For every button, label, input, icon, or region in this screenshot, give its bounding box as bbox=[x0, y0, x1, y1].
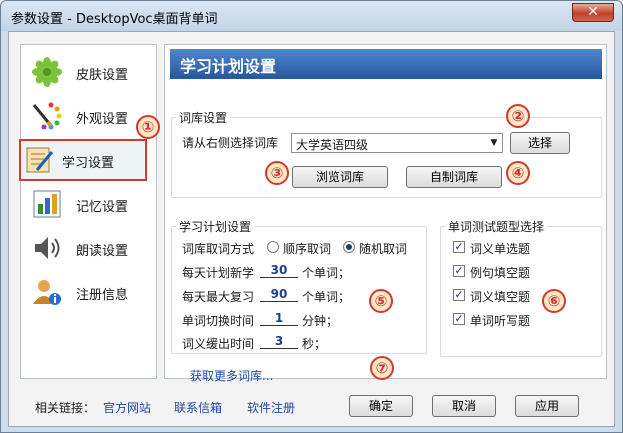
nav-item-memory[interactable]: 记忆设置 bbox=[21, 183, 156, 225]
annotation-badge-7: ⑦ bbox=[370, 356, 394, 380]
daily-review-label: 每天最大复习 bbox=[182, 290, 255, 304]
palette-brush-icon bbox=[32, 102, 62, 130]
quiz-checkbox-dictation[interactable]: ✓ bbox=[453, 313, 465, 325]
delay-time-unit: 秒； bbox=[302, 337, 327, 351]
daily-new-unit: 个单词； bbox=[302, 266, 351, 280]
ok-button[interactable]: 确定 bbox=[349, 395, 413, 417]
annotation-badge-5: ⑤ bbox=[369, 289, 393, 313]
daily-review-input[interactable]: 90 bbox=[260, 287, 298, 302]
footer-bar: 相关链接： 官方网站 联系信箱 软件注册 确定 取消 应用 bbox=[9, 389, 614, 426]
quiz-label-sentence-fill[interactable]: 例句填空题 bbox=[470, 264, 530, 281]
fetch-mode-label: 词库取词方式 bbox=[182, 242, 255, 256]
nav-item-speech[interactable]: 朗读设置 bbox=[21, 227, 156, 269]
delay-time-input[interactable]: 3 bbox=[260, 334, 298, 349]
quiz-checkbox-meaning-fill[interactable]: ✓ bbox=[453, 289, 465, 301]
lexicon-group: 词库设置 请从右侧选择词库 大学英语四级 ▼ 选择 浏览词库 自制词库 bbox=[171, 109, 602, 198]
browse-lexicon-button[interactable]: 浏览词库 bbox=[292, 166, 388, 188]
study-settings-panel: 学习计划设置 词库设置 请从右侧选择词库 大学英语四级 ▼ 选择 浏览词库 自制… bbox=[164, 44, 607, 383]
chevron-down-icon[interactable]: ▼ bbox=[486, 134, 502, 152]
window-title: 参数设置 - DesktopVoc桌面背单词 bbox=[11, 12, 218, 27]
annotation-badge-3: ③ bbox=[265, 161, 289, 185]
select-lexicon-button[interactable]: 选择 bbox=[510, 132, 570, 154]
study-plan-group: 学习计划设置 词库取词方式 顺序取词 随机取词 每天计划新学 30 个单词； 每… bbox=[171, 218, 427, 354]
radio-sequential-label[interactable]: 顺序取词 bbox=[283, 240, 331, 257]
annotation-badge-1: ① bbox=[136, 115, 160, 139]
quiz-label-meaning-fill[interactable]: 词义填空题 bbox=[470, 288, 530, 305]
lexicon-prompt: 请从右侧选择词库 bbox=[182, 136, 279, 150]
client-area: 皮肤设置 外观设置 学习设置 记忆设置 朗读设置 注册信息 学习计划设置 词库设… bbox=[8, 31, 615, 427]
custom-lexicon-button[interactable]: 自制词库 bbox=[406, 166, 502, 188]
annotation-badge-4: ④ bbox=[506, 161, 530, 185]
daily-new-label: 每天计划新学 bbox=[182, 266, 255, 280]
switch-time-unit: 分钟； bbox=[302, 314, 339, 328]
quiz-label-dictation[interactable]: 单词听写题 bbox=[470, 312, 530, 329]
memory-chart-icon bbox=[33, 190, 61, 218]
skin-flower-icon bbox=[32, 57, 62, 87]
nav-item-skin[interactable]: 皮肤设置 bbox=[21, 51, 156, 93]
close-button[interactable]: ✕ bbox=[572, 3, 614, 22]
study-plan-group-title: 学习计划设置 bbox=[176, 218, 255, 235]
lexicon-select-value: 大学英语四级 bbox=[296, 138, 369, 152]
nav-label-speech: 朗读设置 bbox=[76, 244, 129, 259]
settings-nav: 皮肤设置 外观设置 学习设置 记忆设置 朗读设置 注册信息 bbox=[19, 44, 157, 379]
quiz-type-group: 单词测试题型选择 ✓ 词义单选题 ✓ 例句填空题 ✓ 词义填空题 ✓ 单词听写题 bbox=[440, 218, 602, 357]
nav-label-appearance: 外观设置 bbox=[76, 112, 129, 127]
annotation-badge-6: ⑥ bbox=[542, 289, 566, 313]
radio-sequential[interactable] bbox=[267, 241, 279, 253]
contact-email-link[interactable]: 联系信箱 bbox=[174, 399, 222, 416]
panel-title: 学习计划设置 bbox=[180, 57, 277, 76]
more-lexicon-link[interactable]: 获取更多词库... bbox=[190, 367, 273, 384]
quiz-label-meaning-choice[interactable]: 词义单选题 bbox=[470, 240, 530, 257]
nav-label-skin: 皮肤设置 bbox=[76, 68, 129, 83]
nav-label-study: 学习设置 bbox=[62, 156, 115, 171]
panel-banner: 学习计划设置 bbox=[170, 49, 602, 79]
title-bar[interactable]: 参数设置 - DesktopVoc桌面背单词 ✕ bbox=[1, 1, 622, 31]
apply-button[interactable]: 应用 bbox=[515, 395, 579, 417]
quiz-checkbox-meaning-choice[interactable]: ✓ bbox=[453, 241, 465, 253]
user-info-icon bbox=[33, 280, 61, 305]
lexicon-group-title: 词库设置 bbox=[176, 109, 231, 126]
settings-window: 参数设置 - DesktopVoc桌面背单词 ✕ 皮肤设置 外观设置 学习设置 … bbox=[0, 0, 623, 433]
daily-new-input[interactable]: 30 bbox=[260, 263, 298, 278]
nav-item-register[interactable]: 注册信息 bbox=[21, 271, 156, 313]
cancel-button[interactable]: 取消 bbox=[432, 395, 496, 417]
nav-label-register: 注册信息 bbox=[76, 288, 129, 303]
speaker-icon bbox=[35, 237, 60, 259]
official-site-link[interactable]: 官方网站 bbox=[103, 399, 151, 416]
daily-review-unit: 个单词； bbox=[302, 290, 351, 304]
quiz-checkbox-sentence-fill[interactable]: ✓ bbox=[453, 265, 465, 277]
study-notebook-icon bbox=[26, 147, 54, 173]
annotation-badge-2: ② bbox=[506, 104, 530, 128]
nav-label-memory: 记忆设置 bbox=[76, 200, 129, 215]
radio-random-label[interactable]: 随机取词 bbox=[359, 240, 407, 257]
quiz-type-group-title: 单词测试题型选择 bbox=[445, 218, 548, 235]
radio-random[interactable] bbox=[343, 241, 355, 253]
register-link[interactable]: 软件注册 bbox=[247, 399, 295, 416]
delay-time-label: 词义缓出时间 bbox=[182, 337, 255, 351]
lexicon-select[interactable]: 大学英语四级 ▼ bbox=[291, 133, 503, 153]
related-links-label: 相关链接： bbox=[35, 401, 96, 415]
switch-time-label: 单词切换时间 bbox=[182, 314, 255, 328]
switch-time-input[interactable]: 1 bbox=[260, 311, 298, 326]
nav-item-study[interactable]: 学习设置 bbox=[19, 139, 147, 181]
